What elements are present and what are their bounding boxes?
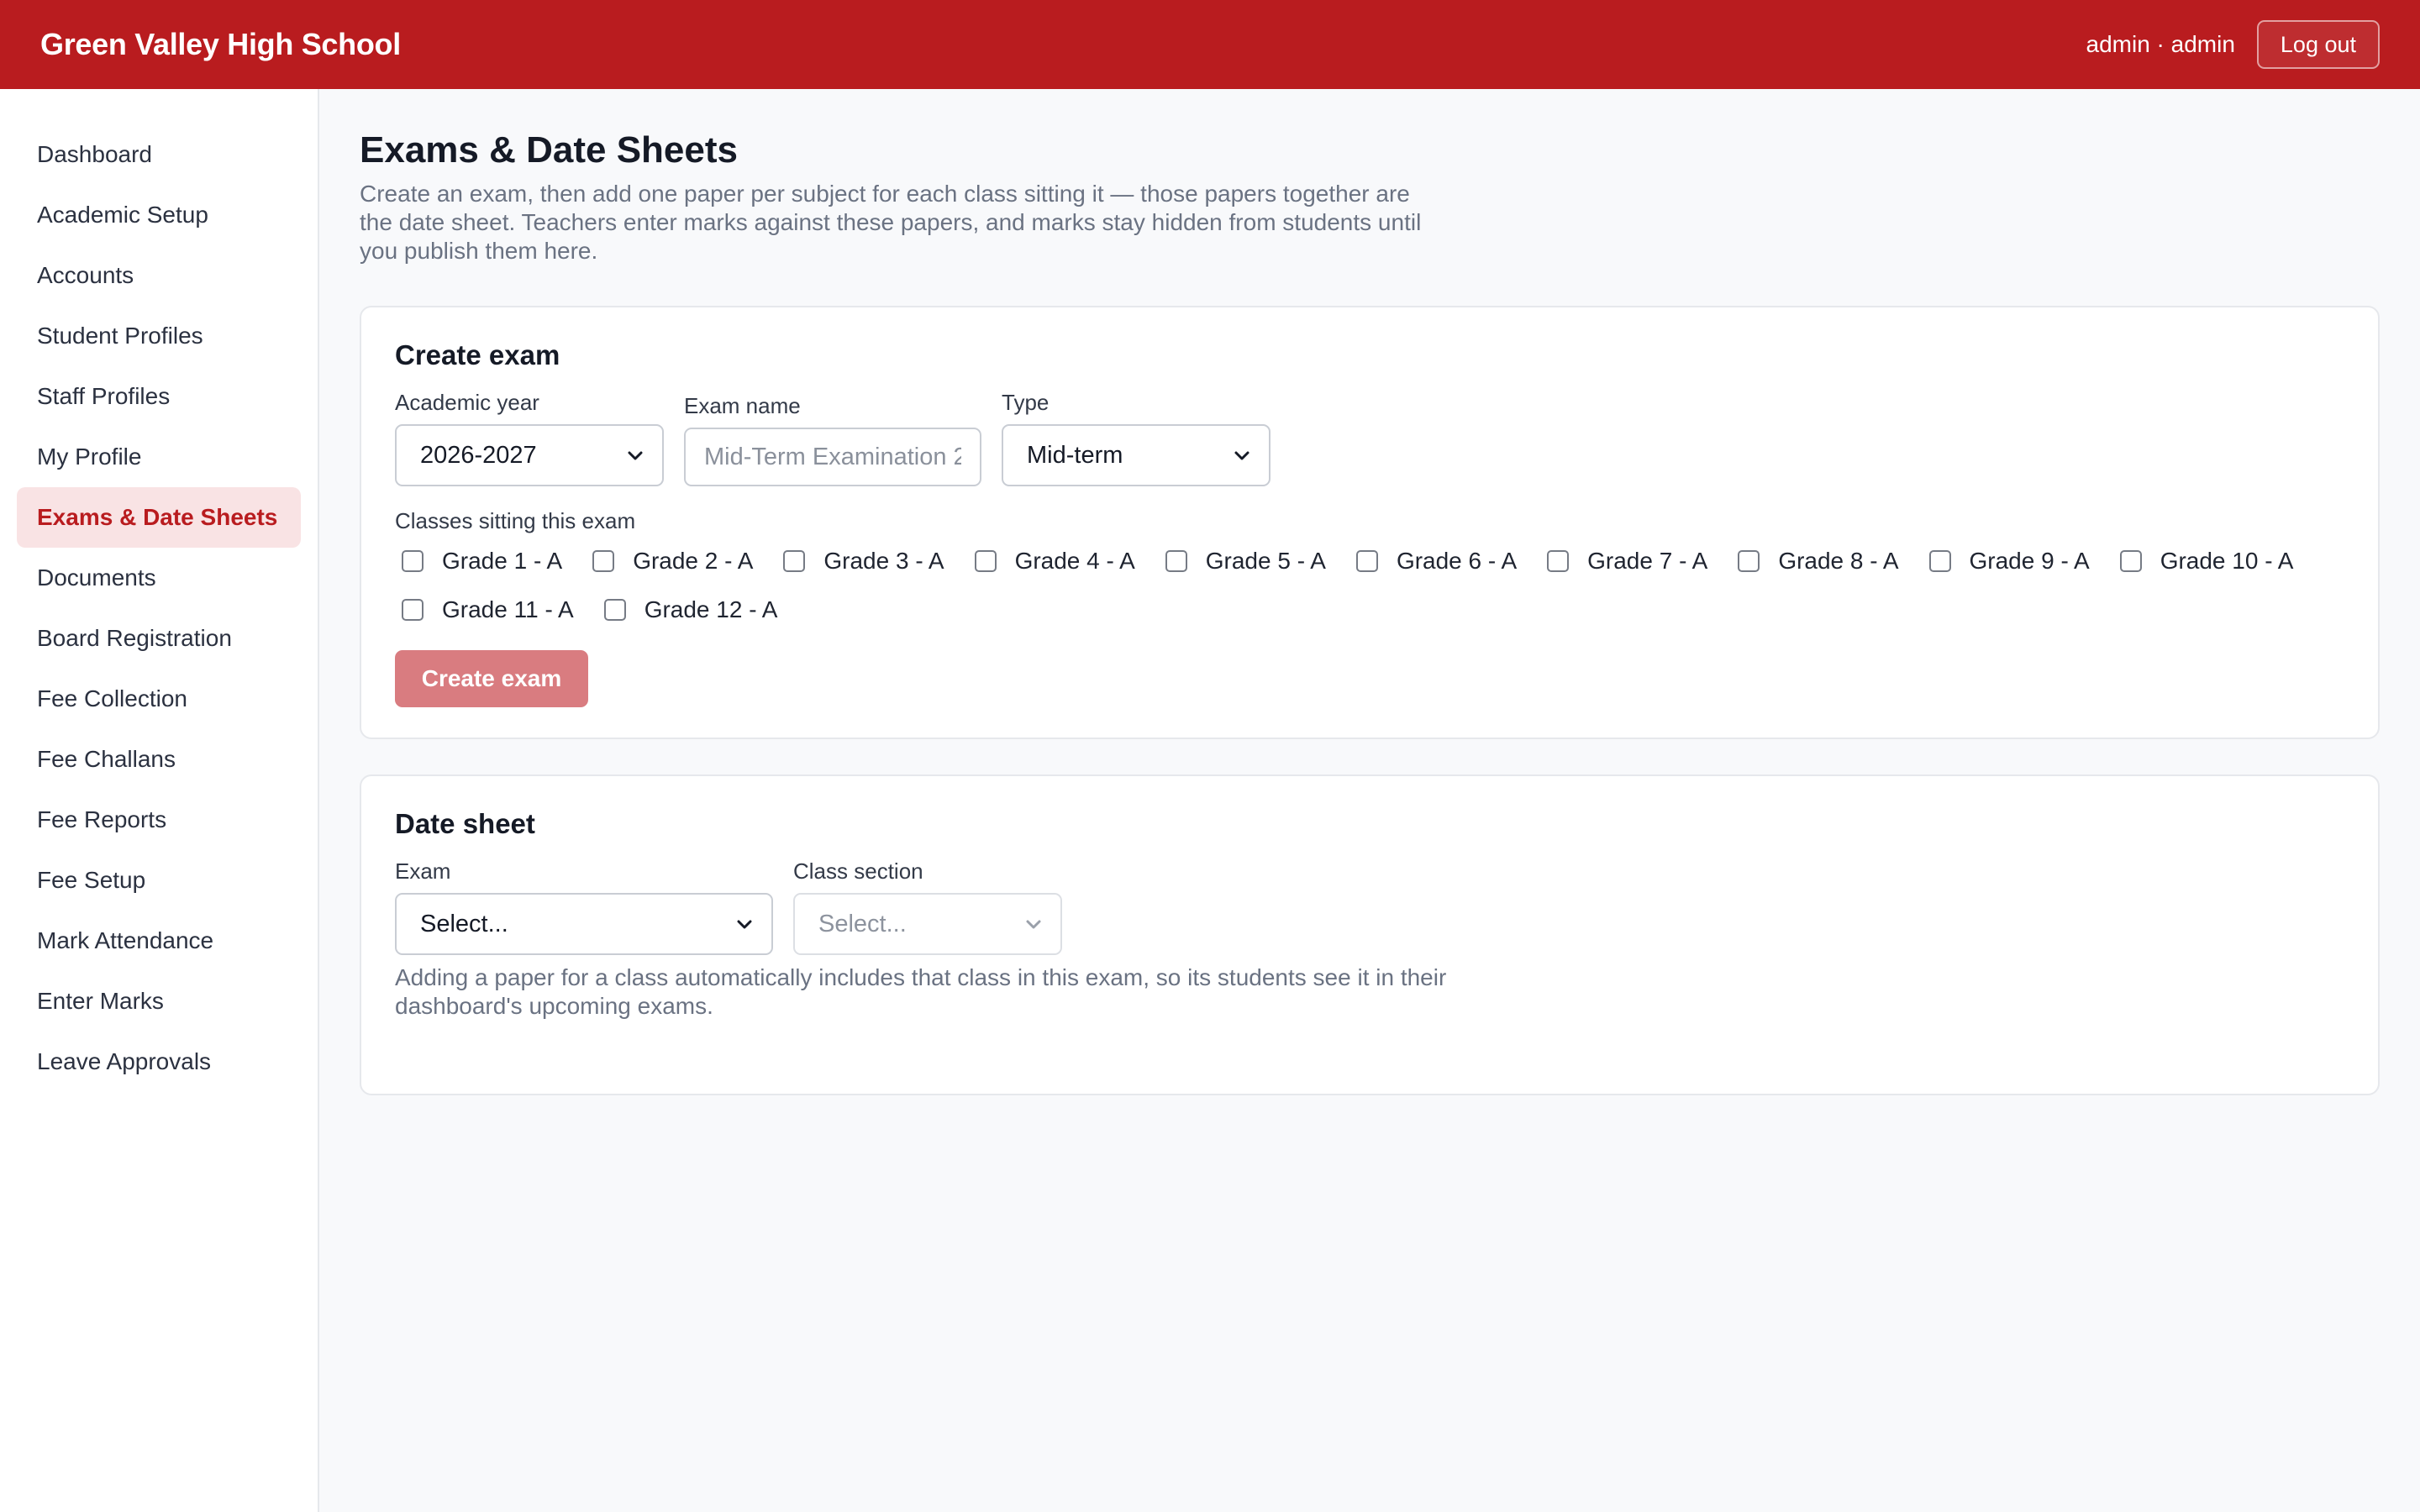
main-content: Exams & Date Sheets Create an exam, then… [360, 89, 2380, 1095]
type-field: Type Mid-term [1002, 390, 1270, 486]
checkbox[interactable] [603, 599, 626, 621]
exam-name-input[interactable] [684, 428, 981, 486]
exam-field: Exam Select... [395, 858, 773, 955]
class-option-label: Grade 11 - A [442, 596, 574, 622]
exam-select-value: Select... [420, 910, 508, 937]
academic-year-label: Academic year [395, 390, 539, 415]
checkbox[interactable] [592, 550, 615, 572]
user-area: admin · admin Log out [2086, 20, 2380, 69]
class-option-grade-8-a[interactable]: Grade 8 - A [1731, 546, 1899, 576]
sidebar-item-fee-setup[interactable]: Fee Setup [17, 850, 301, 911]
sidebar-item-board-registration[interactable]: Board Registration [17, 608, 301, 669]
class-section-select[interactable]: Select... [793, 893, 1062, 955]
exam-name-label: Exam name [684, 393, 801, 418]
sidebar-item-mark-attendance[interactable]: Mark Attendance [17, 911, 301, 971]
class-option-label: Grade 2 - A [633, 548, 754, 574]
sidebar-item-fee-collection[interactable]: Fee Collection [17, 669, 301, 729]
checkbox[interactable] [402, 550, 424, 572]
date-sheet-fields: Exam Select... Class section Select... [395, 858, 2344, 955]
date-sheet-hint: Adding a paper for a class automatically… [395, 964, 1447, 1019]
create-exam-button[interactable]: Create exam [395, 650, 588, 707]
top-bar: Green Valley High School admin · admin L… [0, 0, 2420, 89]
logout-button[interactable]: Log out [2256, 20, 2380, 69]
checkbox[interactable] [1928, 550, 1951, 572]
sidebar-item-student-profiles[interactable]: Student Profiles [17, 306, 301, 366]
sidebar-item-documents[interactable]: Documents [17, 548, 301, 608]
class-option-grade-7-a[interactable]: Grade 7 - A [1540, 546, 1707, 576]
create-exam-card: Create exam Academic year 2026-2027 Exam… [360, 306, 2380, 739]
class-option-label: Grade 4 - A [1014, 548, 1135, 574]
checkbox[interactable] [1165, 550, 1187, 572]
class-option-grade-10-a[interactable]: Grade 10 - A [2113, 546, 2294, 576]
class-option-label: Grade 7 - A [1587, 548, 1708, 574]
class-section-field: Class section Select... [793, 858, 1062, 955]
class-option-grade-4-a[interactable]: Grade 4 - A [968, 546, 1135, 576]
class-section-label: Class section [793, 858, 923, 884]
class-option-grade-9-a[interactable]: Grade 9 - A [1923, 546, 2090, 576]
checkbox[interactable] [1355, 550, 1378, 572]
class-option-grade-2-a[interactable]: Grade 2 - A [586, 546, 753, 576]
page-title: Exams & Date Sheets [360, 129, 738, 171]
type-value: Mid-term [1027, 441, 1123, 469]
type-label: Type [1002, 390, 1050, 415]
class-option-label: Grade 6 - A [1396, 548, 1518, 574]
create-exam-title: Create exam [395, 339, 560, 370]
page-description: Create an exam, then add one paper per s… [360, 181, 1422, 264]
class-option-label: Grade 9 - A [1969, 548, 2090, 574]
chevron-down-icon [628, 451, 643, 460]
class-option-grade-11-a[interactable]: Grade 11 - A [395, 595, 574, 625]
chevron-down-icon [1234, 451, 1249, 460]
current-user: admin · admin [2086, 31, 2235, 57]
sidebar-item-leave-approvals[interactable]: Leave Approvals [17, 1032, 301, 1092]
school-name: Green Valley High School [40, 27, 401, 61]
class-section-value: Select... [818, 910, 907, 937]
class-checkbox-list: Grade 1 - A Grade 2 - A Grade 3 - A Grad… [395, 546, 2361, 625]
class-option-grade-6-a[interactable]: Grade 6 - A [1349, 546, 1517, 576]
academic-year-value: 2026-2027 [420, 441, 537, 469]
class-option-label: Grade 12 - A [644, 596, 778, 622]
checkbox[interactable] [974, 550, 997, 572]
exam-label: Exam [395, 858, 451, 884]
date-sheet-card: Date sheet Exam Select... Class section … [360, 774, 2380, 1095]
create-exam-fields: Academic year 2026-2027 Exam name Type M… [395, 390, 2344, 486]
class-option-label: Grade 10 - A [2160, 548, 2294, 574]
checkbox[interactable] [2119, 550, 2142, 572]
class-option-grade-5-a[interactable]: Grade 5 - A [1159, 546, 1326, 576]
sidebar-item-dashboard[interactable]: Dashboard [17, 124, 301, 185]
date-sheet-title: Date sheet [395, 808, 535, 839]
sidebar: Dashboard Academic Setup Accounts Studen… [0, 89, 319, 1512]
sidebar-item-enter-marks[interactable]: Enter Marks [17, 971, 301, 1032]
class-option-label: Grade 5 - A [1205, 548, 1326, 574]
sidebar-item-fee-challans[interactable]: Fee Challans [17, 729, 301, 790]
sidebar-item-staff-profiles[interactable]: Staff Profiles [17, 366, 301, 427]
classes-label: Classes sitting this exam [395, 508, 636, 533]
academic-year-select[interactable]: 2026-2027 [395, 424, 664, 486]
class-option-label: Grade 8 - A [1778, 548, 1899, 574]
sidebar-item-my-profile[interactable]: My Profile [17, 427, 301, 487]
class-option-grade-12-a[interactable]: Grade 12 - A [597, 595, 778, 625]
sidebar-item-fee-reports[interactable]: Fee Reports [17, 790, 301, 850]
checkbox[interactable] [1547, 550, 1570, 572]
class-option-grade-1-a[interactable]: Grade 1 - A [395, 546, 562, 576]
sidebar-item-accounts[interactable]: Accounts [17, 245, 301, 306]
academic-year-field: Academic year 2026-2027 [395, 390, 664, 486]
chevron-down-icon [737, 920, 752, 929]
class-option-label: Grade 1 - A [442, 548, 563, 574]
checkbox[interactable] [783, 550, 806, 572]
checkbox[interactable] [1738, 550, 1760, 572]
exam-name-field: Exam name [684, 390, 981, 486]
checkbox[interactable] [402, 599, 424, 621]
exam-select[interactable]: Select... [395, 893, 773, 955]
sidebar-item-exams-date-sheets[interactable]: Exams & Date Sheets [17, 487, 301, 548]
class-option-label: Grade 3 - A [823, 548, 944, 574]
type-select[interactable]: Mid-term [1002, 424, 1270, 486]
sidebar-item-academic-setup[interactable]: Academic Setup [17, 185, 301, 245]
class-option-grade-3-a[interactable]: Grade 3 - A [776, 546, 944, 576]
chevron-down-icon [1026, 920, 1041, 929]
